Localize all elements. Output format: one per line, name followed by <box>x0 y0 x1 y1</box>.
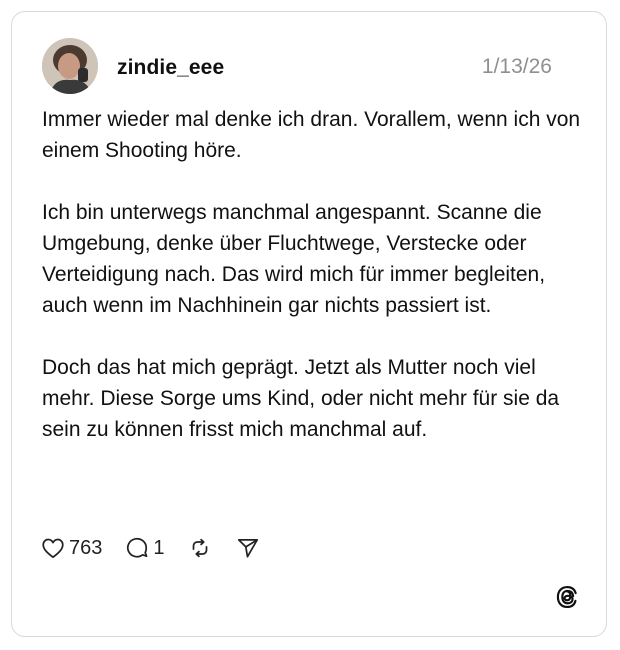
avatar[interactable] <box>42 38 98 94</box>
like-count: 763 <box>69 536 103 559</box>
post-card: zindie_eee 1/13/26 Immer wieder mal denk… <box>11 11 607 637</box>
like-button[interactable]: 763 <box>40 535 102 561</box>
action-bar: 763 1 <box>40 534 283 562</box>
comment-bubble-icon <box>127 537 148 558</box>
post-paragraph: Doch das hat mich geprägt. Jetzt als Mut… <box>42 356 560 441</box>
reply-button[interactable]: 1 <box>124 535 165 561</box>
username[interactable]: zindie_eee <box>117 56 224 80</box>
repost-icon <box>192 538 207 558</box>
post-paragraph: Ich bin unterwegs manchmal angespannt. S… <box>42 201 546 317</box>
repost-button[interactable] <box>187 535 213 561</box>
post-header: zindie_eee 1/13/26 <box>42 38 576 96</box>
post-paragraph: Immer wieder mal denke ich dran. Voralle… <box>42 108 581 162</box>
threads-logo-icon <box>554 584 580 610</box>
send-icon <box>237 539 258 558</box>
share-button[interactable] <box>235 535 261 561</box>
post-date: 1/13/26 <box>481 55 552 78</box>
heart-icon <box>42 538 64 559</box>
reply-count: 1 <box>153 536 165 559</box>
post-body: Immer wieder mal denke ich dran. Voralle… <box>42 104 582 476</box>
